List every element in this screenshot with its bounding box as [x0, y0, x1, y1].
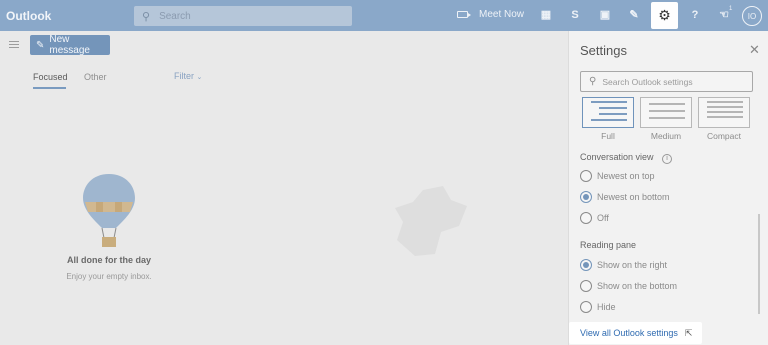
settings-search-input[interactable]: ⚲ Search Outlook settings	[580, 71, 753, 92]
app-title[interactable]: Outlook	[6, 9, 51, 23]
radio-button[interactable]	[580, 280, 592, 292]
apps-grid-icon[interactable]: ▦	[540, 9, 552, 21]
radio-conversation-off[interactable]: Off	[580, 212, 609, 224]
reading-pane-heading: Reading pane	[580, 240, 637, 250]
settings-search-placeholder: Search Outlook settings	[602, 76, 693, 87]
empty-state-subtitle: Enjoy your empty inbox.	[66, 272, 152, 281]
filter-button[interactable]: Filter ⌄	[174, 71, 202, 81]
radio-button[interactable]	[580, 170, 592, 182]
external-link-icon: ⇱	[684, 327, 693, 338]
compose-note-icon[interactable]: ✎	[628, 9, 640, 21]
density-option-full[interactable]	[582, 97, 634, 128]
info-icon[interactable]: i	[662, 154, 673, 164]
video-camera-icon	[457, 11, 471, 18]
close-icon[interactable]: ✕	[749, 42, 760, 58]
density-option-compact[interactable]	[698, 97, 750, 128]
density-label-full: Full	[601, 131, 615, 141]
radio-label: Show on the bottom	[597, 281, 678, 291]
filter-label: Filter	[174, 71, 194, 81]
settings-title: Settings	[580, 43, 627, 58]
radio-label: Hide	[597, 302, 616, 312]
new-message-button[interactable]: ✎ New message	[30, 34, 110, 56]
radio-label: Newest on bottom	[597, 192, 670, 202]
settings-panel: Settings ✕ ⚲ Search Outlook settings Ful…	[568, 31, 768, 345]
notification-badge: 1	[729, 6, 733, 12]
conversation-view-heading: Conversation view i	[580, 152, 673, 164]
radio-hide-pane[interactable]: Hide	[580, 301, 616, 313]
search-placeholder: Search	[159, 10, 191, 22]
tab-other[interactable]: Other	[84, 72, 107, 82]
hamburger-menu-icon[interactable]	[9, 41, 19, 50]
radio-label: Newest on top	[597, 171, 655, 181]
top-bar: Outlook ⚲ Search Meet Now ▦ S ▣ ✎ ⚙ ? ☜ …	[0, 0, 768, 31]
new-message-label: New message	[49, 34, 90, 56]
density-label-medium: Medium	[650, 131, 682, 141]
avatar[interactable]: IO	[742, 6, 762, 26]
radio-button[interactable]	[580, 212, 592, 224]
chevron-down-icon: ⌄	[196, 74, 203, 81]
radio-button[interactable]	[580, 259, 592, 271]
watermark-illustration	[395, 186, 467, 256]
view-all-settings-label: View all Outlook settings	[580, 328, 678, 338]
search-box[interactable]: ⚲ Search	[134, 6, 352, 26]
skype-icon[interactable]: S	[569, 9, 581, 21]
tab-focused[interactable]: Focused	[33, 72, 68, 89]
radio-newest-on-bottom[interactable]: Newest on bottom	[580, 191, 670, 203]
density-option-medium[interactable]	[640, 97, 692, 128]
conversation-view-heading-text: Conversation view	[580, 152, 654, 162]
search-icon: ⚲	[142, 10, 151, 23]
view-all-settings-link[interactable]: View all Outlook settings ⇱	[569, 322, 702, 344]
search-icon: ⚲	[589, 76, 597, 87]
empty-state-title: All done for the day	[66, 255, 151, 265]
hot-air-balloon-illustration	[83, 174, 135, 247]
meet-now-label: Meet Now	[479, 9, 525, 20]
settings-scrollbar[interactable]	[758, 214, 760, 314]
radio-button[interactable]	[580, 191, 592, 203]
radio-newest-on-top[interactable]: Newest on top	[580, 170, 655, 182]
radio-label: Off	[597, 213, 609, 223]
density-label-compact: Compact	[706, 131, 741, 141]
gear-icon: ⚙	[658, 7, 671, 23]
radio-button[interactable]	[580, 301, 592, 313]
help-icon[interactable]: ?	[689, 9, 701, 21]
office-icon[interactable]: ▣	[599, 9, 611, 21]
radio-show-on-bottom[interactable]: Show on the bottom	[580, 280, 677, 292]
radio-show-on-right[interactable]: Show on the right	[580, 259, 667, 271]
settings-gear-button[interactable]: ⚙	[651, 2, 678, 29]
meet-now-button[interactable]: Meet Now	[457, 9, 524, 20]
radio-label: Show on the right	[597, 260, 668, 270]
compose-icon: ✎	[36, 39, 45, 51]
